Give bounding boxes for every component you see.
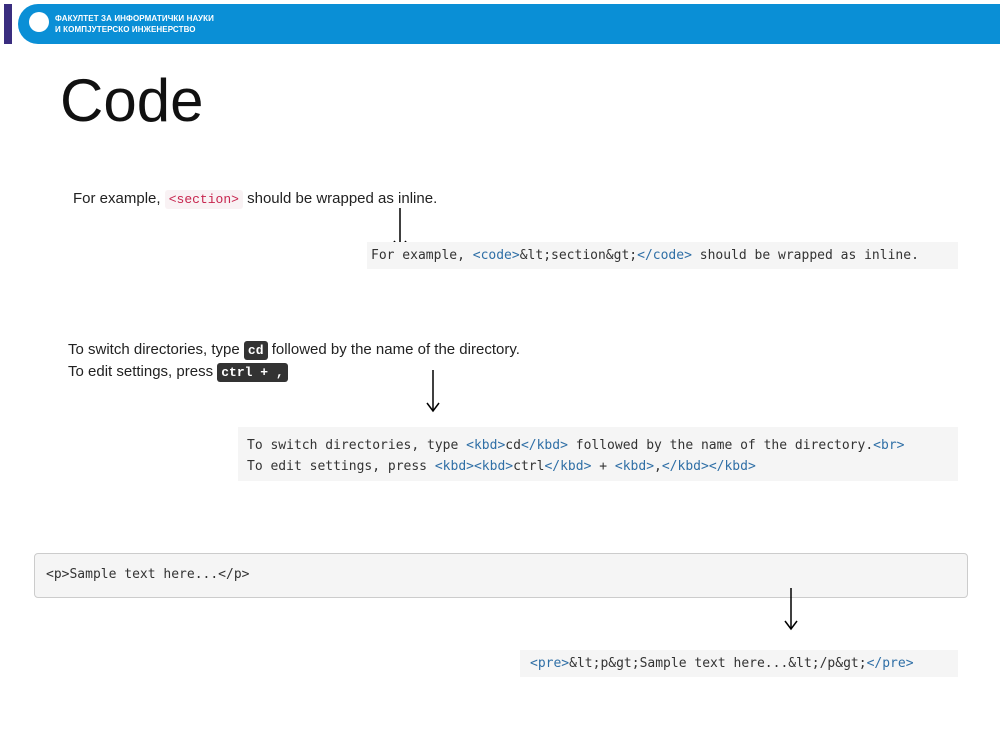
example2-src-l2h: </kbd></kbd> — [661, 459, 756, 474]
arrow-down-icon — [784, 588, 798, 631]
example1-rendered: For example, <section> should be wrapped… — [73, 190, 438, 209]
example2-src-l1f: <br> — [873, 438, 905, 453]
example2-src-l1b: <kbd> — [466, 438, 506, 453]
example2-src-l1c: cd — [505, 438, 521, 453]
kbd-cd: cd — [243, 341, 268, 360]
example1-source: For example, <code>&lt;section&gt;</code… — [367, 242, 958, 269]
accent-stripe — [4, 4, 12, 44]
arrow-down-icon — [426, 370, 440, 413]
faculty-name-line2: И КОМПЈУТЕРСКО ИНЖЕНЕРСТВО — [55, 25, 196, 34]
example2-src-l1d: </kbd> — [520, 438, 568, 453]
example2-line2-before: To edit settings, press — [68, 363, 214, 380]
example3-src-p1: &lt;p&gt;Sample text here...&lt;/p&gt; — [569, 656, 867, 671]
example1-src-p2: &lt;section&gt; — [519, 248, 638, 263]
example2-src-l2g: , — [654, 459, 662, 474]
kbd-ctrl-comma: ctrl + , — [217, 363, 288, 382]
example3-src-tag1: <pre> — [530, 656, 570, 671]
example3-pre-block: <p>Sample text here...</p> — [34, 553, 968, 598]
example2-src-l2b: <kbd><kbd> — [434, 459, 514, 474]
faculty-name: ФАКУЛТЕТ ЗА ИНФОРМАТИЧКИ НАУКИ И КОМПЈУТ… — [55, 13, 214, 35]
example1-src-tag2: </code> — [637, 248, 692, 263]
example2-src-l2f: <kbd> — [614, 459, 655, 474]
example1-text-before: For example, — [73, 190, 161, 207]
example2-src-l2a: To edit settings, press — [247, 459, 435, 474]
example2-src-line2: To edit settings, press <kbd><kbd>ctrl</… — [247, 459, 756, 474]
example2-src-l1e: followed by the name of the directory. — [567, 438, 874, 453]
example2-src-l2d: </kbd> — [544, 459, 592, 474]
example2-rendered-line1: To switch directories, type cd followed … — [68, 341, 520, 360]
example2-src-line1: To switch directories, type <kbd>cd</kbd… — [247, 438, 904, 453]
example2-line1-after: followed by the name of the directory. — [271, 341, 520, 358]
example1-src-p3: should be wrapped as inline. — [691, 248, 919, 263]
example2-rendered-line2: To edit settings, press ctrl + , — [68, 363, 288, 382]
slide-title: Code — [60, 67, 204, 134]
example3-pre-text: <p>Sample text here...</p> — [46, 567, 250, 582]
example1-src-tag1: <code> — [472, 248, 520, 263]
example1-text-after: should be wrapped as inline. — [247, 190, 438, 207]
example3-source: <pre>&lt;p&gt;Sample text here...&lt;/p&… — [520, 650, 958, 677]
example2-source: To switch directories, type <kbd>cd</kbd… — [238, 427, 958, 481]
example2-src-l2c: ctrl — [513, 459, 545, 474]
example1-src-p1: For example, — [371, 248, 473, 263]
example2-src-l1a: To switch directories, type — [247, 438, 467, 453]
example2-src-l2e: + — [591, 459, 615, 474]
example3-src-tag2: </pre> — [866, 656, 914, 671]
example2-line1-before: To switch directories, type — [68, 341, 240, 358]
header-bar: ФАКУЛТЕТ ЗА ИНФОРМАТИЧКИ НАУКИ И КОМПЈУТ… — [0, 0, 1000, 44]
faculty-name-line1: ФАКУЛТЕТ ЗА ИНФОРМАТИЧКИ НАУКИ — [55, 14, 214, 23]
faculty-logo — [29, 12, 49, 32]
example1-inline-code: <section> — [164, 190, 243, 209]
